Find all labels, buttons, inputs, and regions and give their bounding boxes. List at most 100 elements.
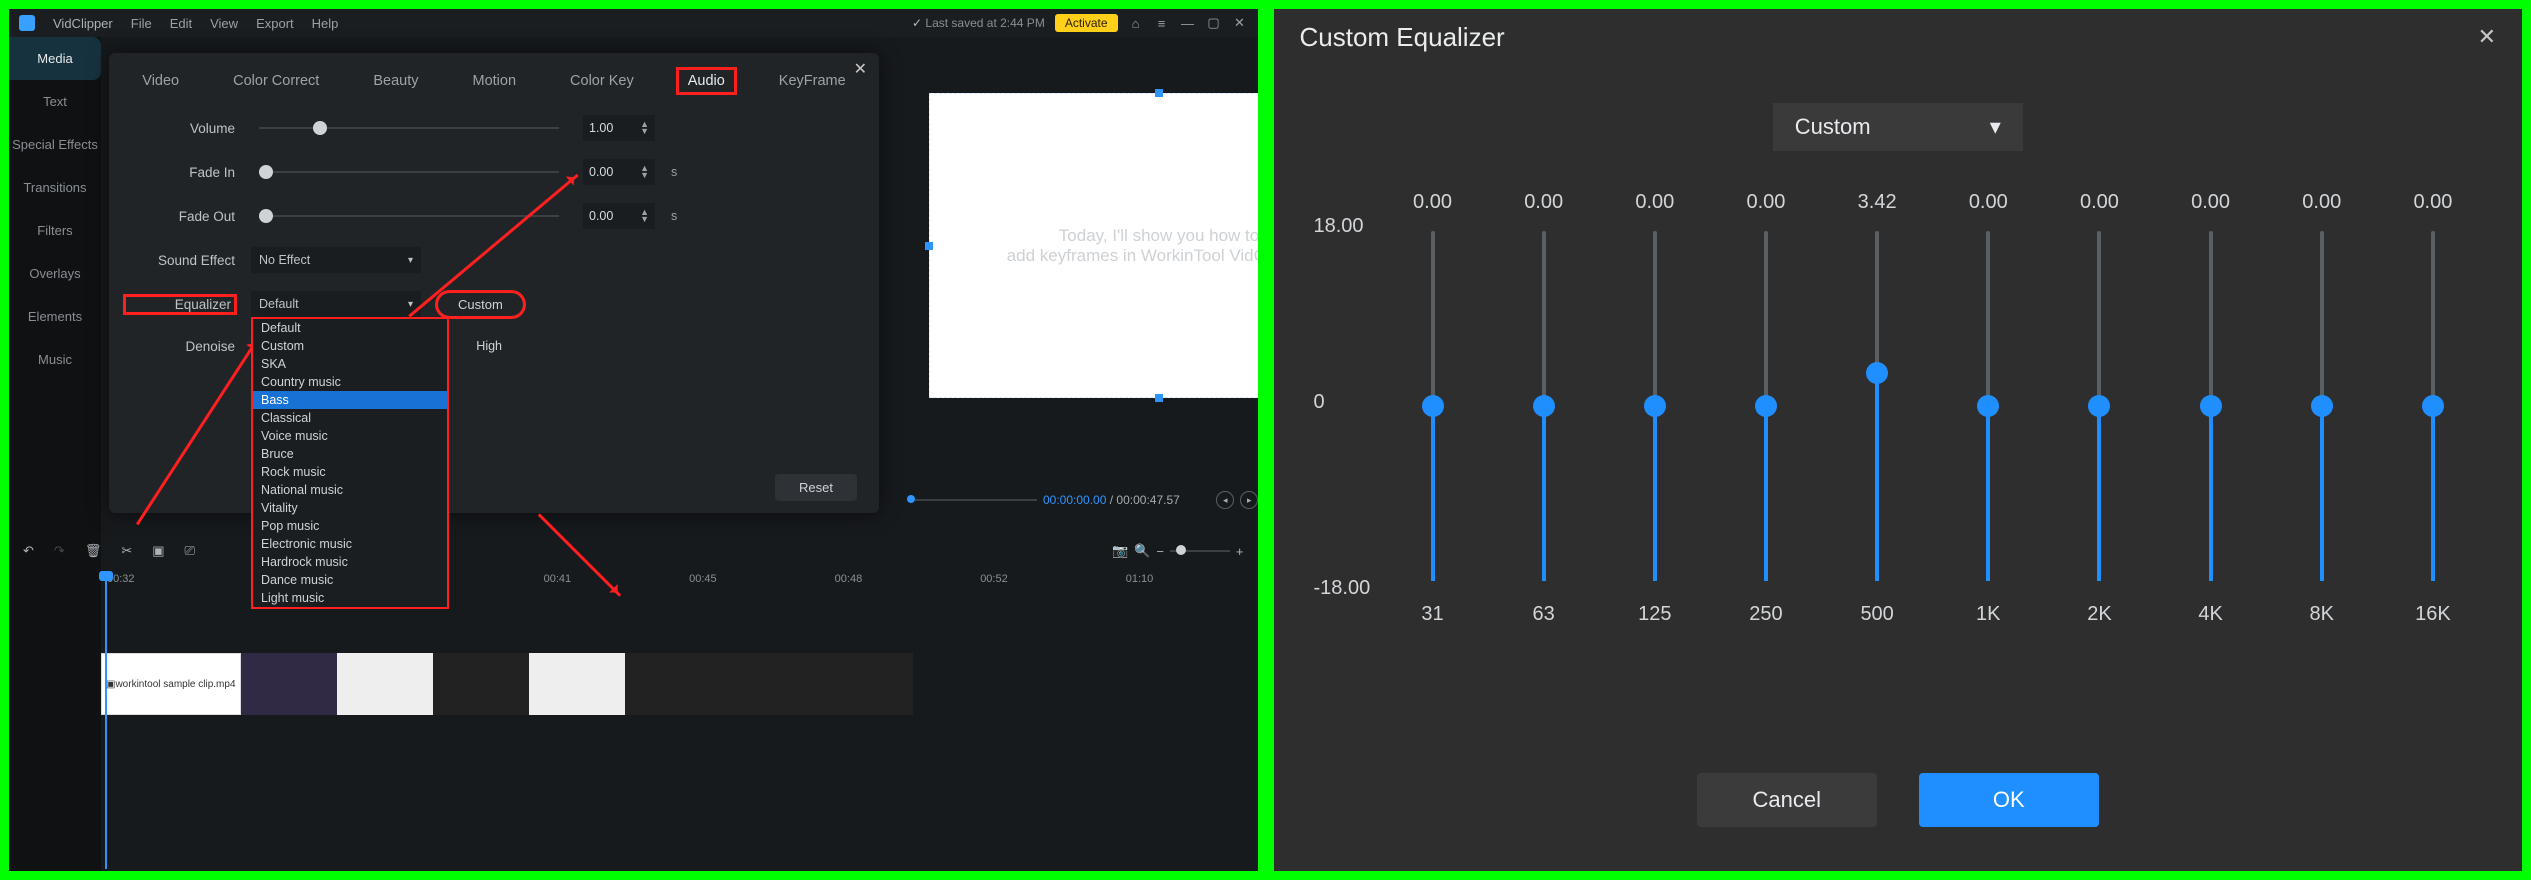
playhead[interactable] xyxy=(105,579,107,869)
menu-help[interactable]: Help xyxy=(312,16,339,31)
panel-close-icon[interactable]: ✕ xyxy=(854,59,867,79)
play-icon[interactable]: ▸ xyxy=(1240,491,1258,509)
menu-edit[interactable]: Edit xyxy=(170,16,192,31)
resize-handle-icon[interactable] xyxy=(925,242,933,250)
fadeout-slider[interactable] xyxy=(259,215,559,217)
eq-option[interactable]: Classical xyxy=(253,409,447,427)
activate-button[interactable]: Activate xyxy=(1055,14,1118,32)
band-value: 3.42 xyxy=(1858,191,1897,231)
sidebar-item-transitions[interactable]: Transitions xyxy=(9,166,101,209)
menu-view[interactable]: View xyxy=(210,16,238,31)
custom-equalizer-button[interactable]: Custom xyxy=(437,292,524,317)
soundeffect-dropdown[interactable]: No Effect▾ xyxy=(251,247,421,273)
band-slider[interactable] xyxy=(1542,231,1546,581)
zoom-out-icon[interactable]: 🔍 xyxy=(1134,543,1150,559)
clip-thumb[interactable] xyxy=(337,653,433,715)
close-icon[interactable]: ✕ xyxy=(1232,15,1248,31)
eq-option[interactable]: Pop music xyxy=(253,517,447,535)
undo-icon[interactable]: ↶ xyxy=(23,543,34,559)
clip-thumb[interactable] xyxy=(433,653,529,715)
eq-option[interactable]: Electronic music xyxy=(253,535,447,553)
clip-thumb[interactable] xyxy=(721,653,817,715)
sidebar-item-special-effects[interactable]: Special Effects xyxy=(9,123,101,166)
eq-option[interactable]: Rock music xyxy=(253,463,447,481)
eq-option[interactable]: Voice music xyxy=(253,427,447,445)
timeline-ruler[interactable]: 00:3200:3500:3900:4100:4500:4800:5201:10… xyxy=(17,573,1250,597)
eq-option[interactable]: National music xyxy=(253,481,447,499)
eq-option[interactable]: Vitality xyxy=(253,499,447,517)
preset-dropdown[interactable]: Custom ▾ xyxy=(1773,103,2023,151)
video-track[interactable]: ▣ workintool sample clip.mp4 xyxy=(101,653,1250,715)
eq-band: 0.00125 xyxy=(1626,191,1684,661)
reset-button[interactable]: Reset xyxy=(775,474,857,501)
snapshot-icon[interactable]: 📷 xyxy=(1112,543,1128,559)
tab-audio[interactable]: Audio xyxy=(678,69,735,93)
band-value: 0.00 xyxy=(1747,191,1786,231)
eq-option[interactable]: Country music xyxy=(253,373,447,391)
band-slider[interactable] xyxy=(2097,231,2101,581)
band-slider[interactable] xyxy=(2320,231,2324,581)
sidebar-item-filters[interactable]: Filters xyxy=(9,209,101,252)
eq-option[interactable]: Hardrock music xyxy=(253,553,447,571)
eq-option[interactable]: Custom xyxy=(253,337,447,355)
fadein-value[interactable]: 0.00▲▼ xyxy=(583,159,655,185)
playback-scrubber[interactable] xyxy=(907,499,1037,501)
tab-keyframe[interactable]: KeyFrame xyxy=(769,69,856,93)
volume-slider[interactable] xyxy=(259,127,559,129)
maximize-icon[interactable]: ▢ xyxy=(1206,15,1222,31)
tab-color-key[interactable]: Color Key xyxy=(560,69,644,93)
eq-option[interactable]: Light music xyxy=(253,589,447,607)
eq-option[interactable]: SKA xyxy=(253,355,447,373)
menu-export[interactable]: Export xyxy=(256,16,294,31)
clip-thumb[interactable] xyxy=(817,653,913,715)
clip-thumb[interactable] xyxy=(529,653,625,715)
resize-handle-icon[interactable] xyxy=(1155,394,1163,402)
sidebar-item-elements[interactable]: Elements xyxy=(9,295,101,338)
marker-icon[interactable]: ⎚ xyxy=(185,543,195,559)
prev-frame-icon[interactable]: ◂ xyxy=(1216,491,1234,509)
settings-icon[interactable]: ≡ xyxy=(1154,16,1170,31)
resize-handle-icon[interactable] xyxy=(1155,89,1163,97)
band-slider[interactable] xyxy=(2431,231,2435,581)
fadein-slider[interactable] xyxy=(259,171,559,173)
tab-video[interactable]: Video xyxy=(132,69,189,93)
sidebar-item-text[interactable]: Text xyxy=(9,80,101,123)
fadeout-value[interactable]: 0.00▲▼ xyxy=(583,203,655,229)
clip-thumb[interactable] xyxy=(625,653,721,715)
split-icon[interactable]: ✂ xyxy=(121,543,132,559)
eq-band: 3.42500 xyxy=(1848,191,1906,661)
tab-motion[interactable]: Motion xyxy=(463,69,527,93)
ok-button[interactable]: OK xyxy=(1919,773,2099,827)
sidebar-item-music[interactable]: Music xyxy=(9,338,101,381)
minimize-icon[interactable]: — xyxy=(1180,16,1196,31)
preview-viewport[interactable]: Today, I'll show you how to add keyframe… xyxy=(929,93,1261,398)
band-slider[interactable] xyxy=(2209,231,2213,581)
dialog-close-icon[interactable]: ✕ xyxy=(2478,24,2496,50)
clip-thumb[interactable] xyxy=(241,653,337,715)
sidebar-item-overlays[interactable]: Overlays xyxy=(9,252,101,295)
redo-icon[interactable]: ↷ xyxy=(54,543,65,559)
eq-option[interactable]: Bruce xyxy=(253,445,447,463)
eq-option[interactable]: Default xyxy=(253,319,447,337)
cancel-button[interactable]: Cancel xyxy=(1697,773,1877,827)
crop-icon[interactable]: ▣ xyxy=(152,543,164,559)
tab-beauty[interactable]: Beauty xyxy=(363,69,428,93)
tab-color-correct[interactable]: Color Correct xyxy=(223,69,329,93)
band-slider[interactable] xyxy=(1764,231,1768,581)
zoom-slider[interactable] xyxy=(1170,550,1230,552)
eq-option[interactable]: Dance music xyxy=(253,571,447,589)
band-slider[interactable] xyxy=(1986,231,1990,581)
home-icon[interactable]: ⌂ xyxy=(1128,16,1144,31)
volume-value[interactable]: 1.00▲▼ xyxy=(583,115,655,141)
equalizer-dropdown[interactable]: Default▾ xyxy=(251,291,421,317)
band-slider[interactable] xyxy=(1875,231,1879,581)
band-slider[interactable] xyxy=(1431,231,1435,581)
menu-file[interactable]: File xyxy=(131,16,152,31)
band-slider[interactable] xyxy=(1653,231,1657,581)
sidebar-item-media[interactable]: Media xyxy=(9,37,101,80)
clip-head[interactable]: ▣ workintool sample clip.mp4 xyxy=(101,653,241,715)
last-saved-text: Last saved at 2:44 PM xyxy=(912,16,1045,30)
eq-option[interactable]: Bass xyxy=(253,391,447,409)
delete-icon[interactable]: 🗑 xyxy=(85,543,102,559)
axis-label-mid: 0 xyxy=(1314,391,1325,414)
